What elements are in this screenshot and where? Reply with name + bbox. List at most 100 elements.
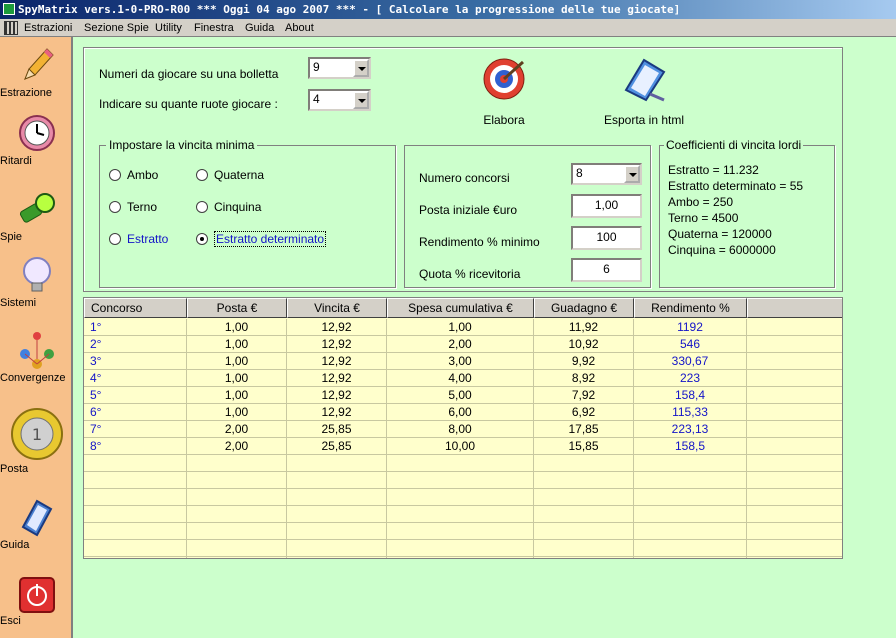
table-cell xyxy=(287,455,387,472)
menu-finestra[interactable]: Finestra xyxy=(194,19,234,37)
radio-label: Quaterna xyxy=(214,168,265,182)
table-cell: 3° xyxy=(84,353,187,370)
radio-estratto[interactable]: Estratto xyxy=(109,232,168,246)
ruote-select[interactable]: 4 xyxy=(308,89,371,111)
table-cell: 6,00 xyxy=(387,404,534,421)
table-row[interactable] xyxy=(84,455,842,472)
table-cell: 330,67 xyxy=(634,353,747,370)
menu-about[interactable]: About xyxy=(285,19,314,37)
table-row[interactable]: 2° 1,00 12,92 2,00 10,92 546 xyxy=(84,336,842,353)
posta-input[interactable]: 1,00 xyxy=(571,194,642,218)
table-cell: 10,00 xyxy=(387,438,534,455)
table-row[interactable]: 3° 1,00 12,92 3,00 9,92 330,67 xyxy=(84,353,842,370)
table-cell xyxy=(747,557,842,558)
table-cell xyxy=(634,557,747,558)
table-cell xyxy=(287,540,387,557)
sidebar-item-sistemi[interactable]: Sistemi xyxy=(0,255,73,309)
results-grid[interactable]: Concorso Posta € Vincita € Spesa cumulat… xyxy=(83,297,843,559)
coef-estratto-determinato: Estratto determinato = 55 xyxy=(668,179,804,193)
window-title: SpyMatrix vers.1-0-PRO-R00 *** Oggi 04 a… xyxy=(18,3,681,16)
table-row[interactable]: 4° 1,00 12,92 4,00 8,92 223 xyxy=(84,370,842,387)
export-html-button[interactable]: Esporta in html xyxy=(589,56,699,127)
clock-icon xyxy=(18,115,55,151)
radio-indicator-selected xyxy=(196,233,208,245)
target-icon xyxy=(483,58,525,100)
radio-estratto-determinato[interactable]: Estratto determinato xyxy=(196,231,327,247)
sidebar-item-convergenze[interactable]: Convergenze xyxy=(0,330,73,384)
header-rendimento[interactable]: Rendimento % xyxy=(634,298,747,318)
table-cell xyxy=(187,455,287,472)
table-cell: 8,00 xyxy=(387,421,534,438)
menu-utility[interactable]: Utility xyxy=(155,19,182,37)
table-row[interactable]: 5° 1,00 12,92 5,00 7,92 158,4 xyxy=(84,387,842,404)
lightbulb-icon xyxy=(22,257,51,292)
table-cell: 158,5 xyxy=(634,438,747,455)
table-cell: 115,33 xyxy=(634,404,747,421)
table-cell xyxy=(634,506,747,523)
chevron-down-icon[interactable] xyxy=(624,165,640,183)
table-row[interactable] xyxy=(84,523,842,540)
table-row[interactable]: 7° 2,00 25,85 8,00 17,85 223,13 xyxy=(84,421,842,438)
concorsi-select[interactable]: 8 xyxy=(571,163,642,185)
menu-estrazioni[interactable]: Estrazioni xyxy=(24,19,72,37)
radio-terno[interactable]: Terno xyxy=(109,200,157,214)
sidebar-item-posta[interactable]: 1 Posta xyxy=(0,407,73,475)
table-cell: 158,4 xyxy=(634,387,747,404)
sidebar-item-ritardi[interactable]: Ritardi xyxy=(0,113,73,167)
numeri-select[interactable]: 9 xyxy=(308,57,371,79)
table-cell: 6,92 xyxy=(534,404,634,421)
table-cell: 9,92 xyxy=(534,353,634,370)
table-row[interactable]: 8° 2,00 25,85 10,00 15,85 158,5 xyxy=(84,438,842,455)
radio-cinquina[interactable]: Cinquina xyxy=(196,200,261,214)
radio-ambo[interactable]: Ambo xyxy=(109,168,158,182)
coefficienti-group: Coefficienti di vincita lordi Estratto =… xyxy=(659,138,835,288)
menu-sezione-spie[interactable]: Sezione Spie xyxy=(84,19,149,37)
table-cell: 1,00 xyxy=(187,370,287,387)
mdi-child-icon[interactable] xyxy=(4,21,18,35)
table-row[interactable]: 6° 1,00 12,92 6,00 6,92 115,33 xyxy=(84,404,842,421)
table-cell xyxy=(387,472,534,489)
table-cell xyxy=(387,489,534,506)
table-cell xyxy=(187,523,287,540)
table-cell xyxy=(534,523,634,540)
sidebar-label: Convergenze xyxy=(0,372,66,384)
sidebar-item-esci[interactable]: Esci xyxy=(0,577,73,627)
sidebar-item-spie[interactable]: Spie xyxy=(0,189,73,243)
sidebar-item-guida[interactable]: Guida xyxy=(0,497,73,551)
numeri-value: 9 xyxy=(313,60,320,74)
table-row[interactable] xyxy=(84,557,842,558)
table-cell xyxy=(84,489,187,506)
table-row[interactable]: 1° 1,00 12,92 1,00 11,92 1192 xyxy=(84,319,842,336)
quota-input[interactable]: 6 xyxy=(571,258,642,282)
radio-quaterna[interactable]: Quaterna xyxy=(196,168,264,182)
table-cell xyxy=(187,557,287,558)
header-spesa[interactable]: Spesa cumulativa € xyxy=(387,298,534,318)
header-posta[interactable]: Posta € xyxy=(187,298,287,318)
menu-guida[interactable]: Guida xyxy=(245,19,274,37)
coef-terno: Terno = 4500 xyxy=(668,211,739,225)
header-vincita[interactable]: Vincita € xyxy=(287,298,387,318)
table-cell xyxy=(634,489,747,506)
radio-indicator xyxy=(109,169,121,181)
elabora-button[interactable]: Elabora xyxy=(474,56,534,127)
radio-indicator xyxy=(196,201,208,213)
vincita-group: Impostare la vincita minima Ambo Terno E… xyxy=(99,138,396,288)
table-cell xyxy=(747,353,842,370)
chevron-down-icon[interactable] xyxy=(353,91,369,109)
rendimento-input[interactable]: 100 xyxy=(571,226,642,250)
header-guadagno[interactable]: Guadagno € xyxy=(534,298,634,318)
header-concorso[interactable]: Concorso xyxy=(84,298,187,318)
sidebar-item-estrazione[interactable]: Estrazione xyxy=(0,45,73,99)
table-row[interactable] xyxy=(84,489,842,506)
table-cell xyxy=(747,336,842,353)
convergence-icon xyxy=(19,332,54,369)
menu-bar: Estrazioni Sezione Spie Utility Finestra… xyxy=(0,19,896,37)
table-row[interactable] xyxy=(84,472,842,489)
chevron-down-icon[interactable] xyxy=(353,59,369,77)
table-cell xyxy=(187,506,287,523)
table-cell: 8° xyxy=(84,438,187,455)
table-row[interactable] xyxy=(84,540,842,557)
table-row[interactable] xyxy=(84,506,842,523)
pencil-icon xyxy=(23,48,54,80)
concorsi-label: Numero concorsi xyxy=(419,171,510,185)
